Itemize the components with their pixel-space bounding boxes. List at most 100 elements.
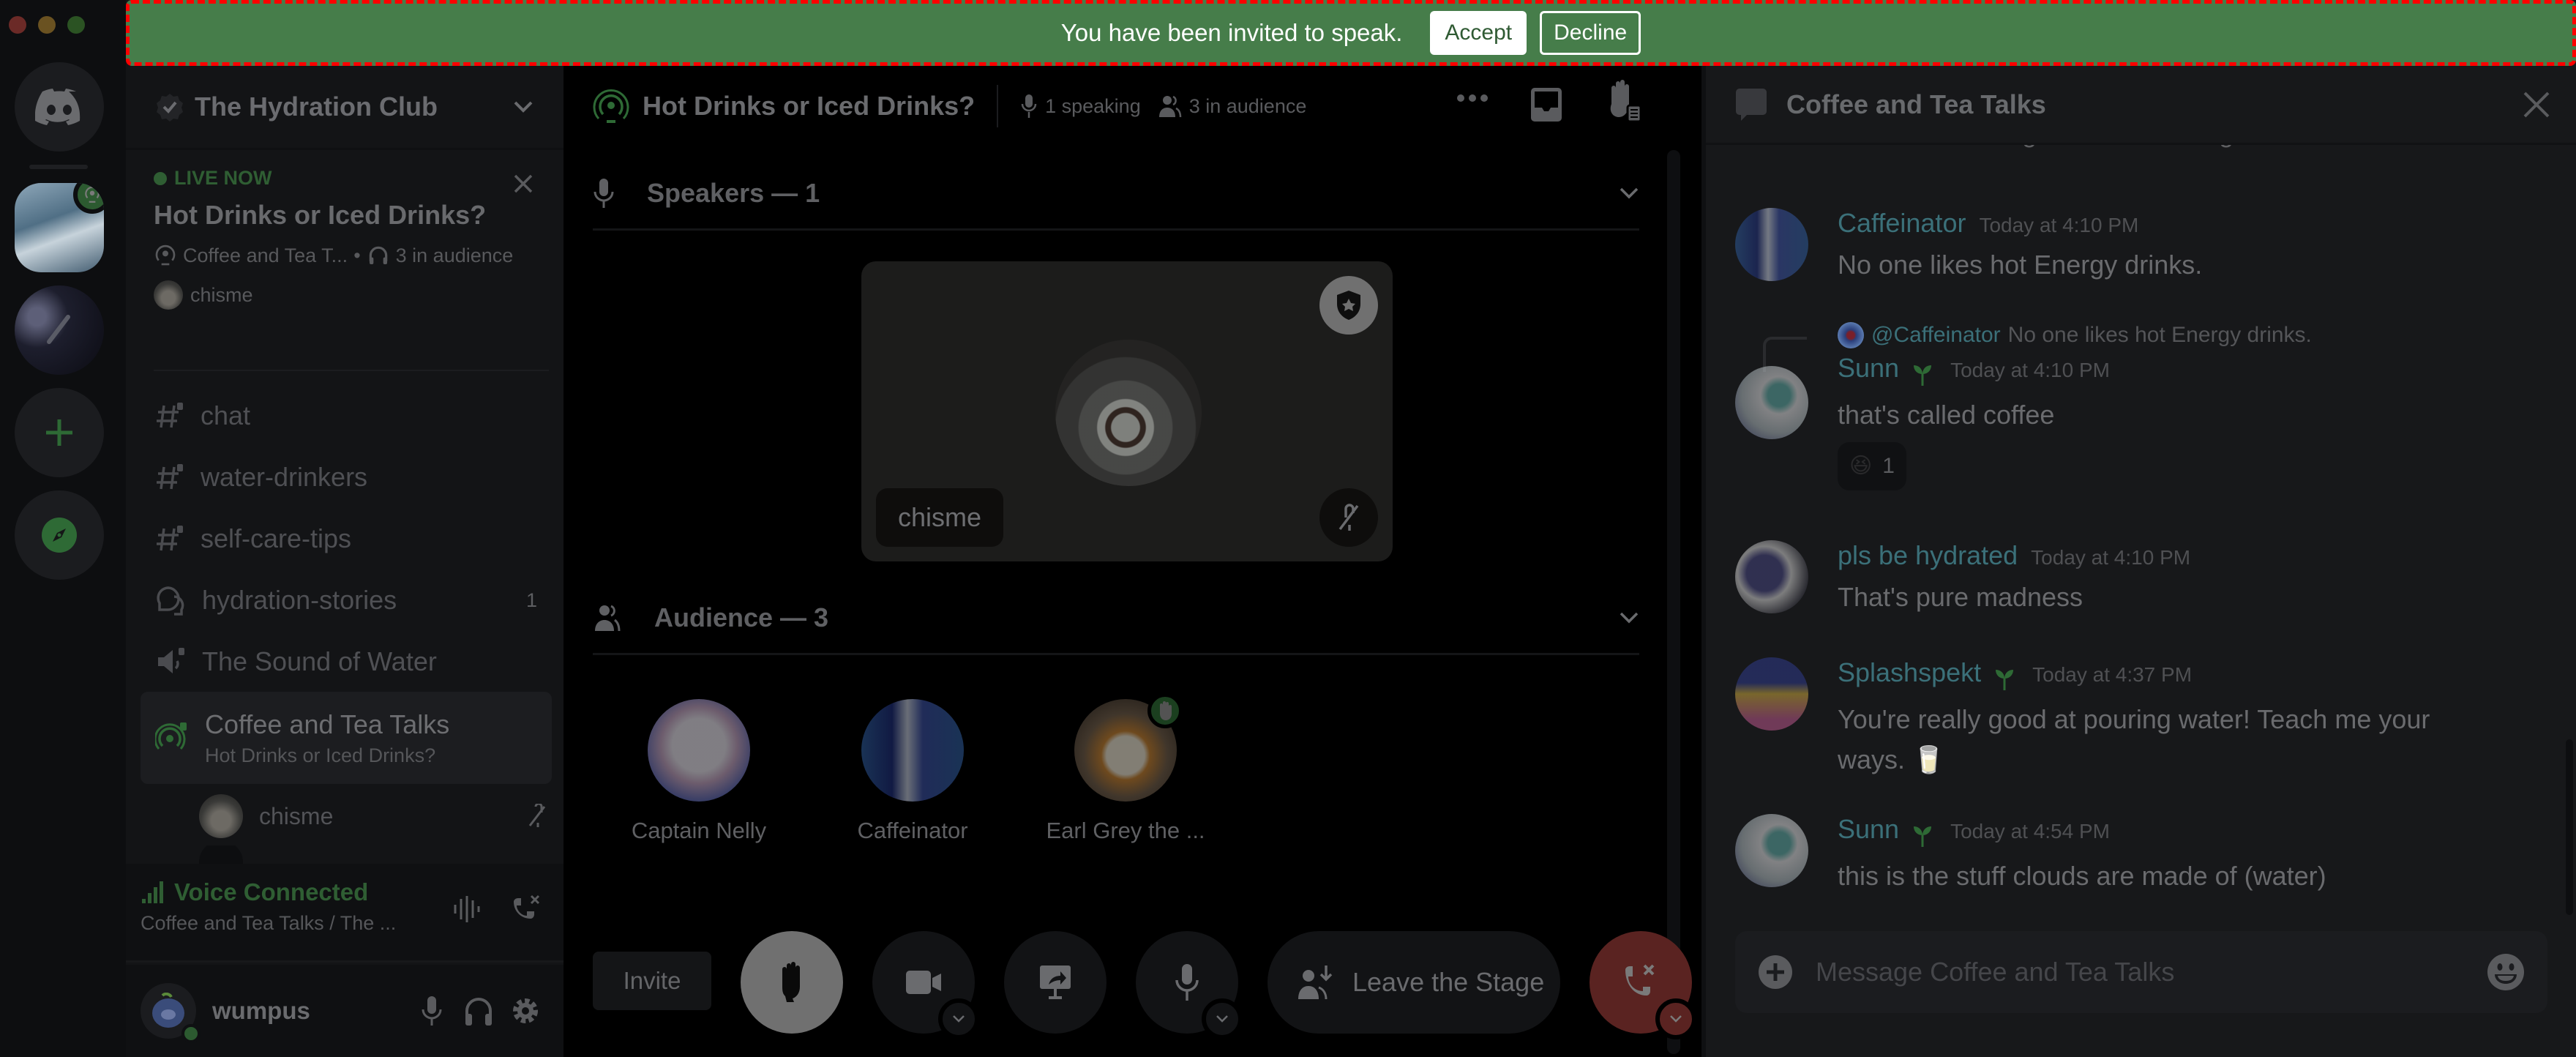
channel-hydration-stories[interactable]: hydration-stories 1 [141, 572, 552, 628]
raise-hand-button[interactable] [741, 931, 843, 1034]
chat-message[interactable]: Splashspekt Today at 4:37 PM You're reall… [1735, 657, 2540, 774]
message-text: You're really good at pouring water! Tea… [1838, 703, 2430, 774]
close-icon [514, 174, 533, 193]
moderator-badge [1319, 276, 1378, 335]
explore-servers-button[interactable] [15, 490, 104, 580]
microphone-button[interactable] [1136, 931, 1243, 1039]
add-server-button[interactable] [15, 388, 104, 477]
message-author[interactable]: Sunn [1838, 814, 1899, 845]
message-author[interactable]: Caffeinator [1838, 208, 1966, 239]
user-name[interactable]: wumpus [212, 997, 408, 1025]
channel-coffee-and-tea-talks[interactable]: Coffee and Tea Talks Hot Drinks or Iced … [141, 692, 552, 784]
voice-user-chisme[interactable]: chisme [199, 791, 550, 842]
reply-preview[interactable]: @Caffeinator No one likes hot Energy dri… [1838, 322, 2540, 348]
chevron-down-icon[interactable] [512, 100, 534, 114]
channel-self-care-tips[interactable]: self-care-tips [141, 511, 552, 567]
leave-stage-button[interactable]: Leave the Stage [1268, 931, 1560, 1034]
stage-scrollbar[interactable] [1667, 150, 1680, 1054]
sprout-badge-icon [1908, 821, 1937, 850]
decline-button[interactable]: Decline [1540, 11, 1641, 55]
message-body: Splashspekt Today at 4:37 PM You're reall… [1838, 657, 2540, 780]
live-stage-channel: Coffee and Tea T... [183, 244, 348, 266]
deafen-button[interactable] [455, 987, 502, 1034]
server-header[interactable]: The Hydration Club [126, 66, 564, 150]
mute-button[interactable] [408, 987, 455, 1034]
server-hydration-club[interactable] [15, 183, 104, 272]
channel-chat[interactable]: chat [141, 388, 552, 444]
screen-share-button[interactable] [1004, 931, 1107, 1034]
live-stage-host: chisme [154, 280, 549, 310]
speaker-tile-chisme[interactable]: chisme [861, 261, 1393, 561]
more-options-button[interactable] [1456, 94, 1489, 102]
chevron-down-icon [1216, 1015, 1228, 1023]
close-chat-button[interactable] [2522, 90, 2551, 119]
message-text: this is the stuff clouds are made of (wa… [1838, 860, 2326, 891]
window-close-button[interactable] [9, 16, 26, 34]
speakers-section-header[interactable]: Speakers — 1 [593, 157, 1639, 231]
live-stage-card[interactable]: LIVE NOW Hot Drinks or Iced Drinks? Coff… [154, 167, 549, 335]
live-status: LIVE NOW [174, 167, 272, 189]
message-author[interactable]: Sunn [1838, 353, 1899, 384]
attach-button[interactable] [1757, 954, 1794, 990]
channel-the-sound-of-water[interactable]: The Sound of Water [141, 634, 552, 690]
leave-stage-icon [1298, 966, 1333, 1000]
avatar[interactable] [1735, 208, 1808, 281]
invite-button[interactable]: Invite [593, 952, 711, 1010]
chat-scrollbar[interactable] [2566, 739, 2573, 915]
close-live-card-button[interactable] [512, 173, 534, 195]
voice-status: Voice Connected [174, 878, 369, 905]
camera-options-button[interactable] [938, 998, 979, 1039]
channel-water-drinkers[interactable]: water-drinkers [141, 449, 552, 505]
mic-muted-icon [525, 804, 550, 829]
reaction-button[interactable]: 😆 1 [1838, 441, 1906, 490]
live-stage-title: Hot Drinks or Iced Drinks? [154, 200, 487, 230]
chat-message[interactable]: Sunn Today at 4:54 PM this is the stuff c… [1735, 814, 2540, 902]
channel-label: hydration-stories [202, 585, 397, 615]
inbox-button[interactable] [1530, 86, 1563, 123]
message-body: @Caffeinator No one likes hot Energy dri… [1838, 322, 2540, 490]
sprout-badge-icon [1908, 359, 1937, 389]
disconnect-button[interactable] [502, 886, 549, 933]
audience-member[interactable]: Captain Nelly [626, 699, 772, 844]
reaction-count: 1 [1882, 453, 1895, 478]
server-rail [0, 0, 126, 1057]
direct-messages-button[interactable] [15, 62, 104, 152]
chat-message[interactable]: pls be hydrated Today at 4:10 PM That's p… [1735, 540, 2540, 628]
avatar[interactable] [1735, 657, 1808, 731]
window-minimize-button[interactable] [38, 16, 56, 34]
audience-member[interactable]: Caffeinator [839, 699, 986, 844]
window-maximize-button[interactable] [67, 16, 85, 34]
message-timestamp: Today at 4:10 PM [1979, 214, 2139, 236]
stage-channel-locked-icon [155, 721, 189, 755]
disconnect-button[interactable] [1590, 931, 1696, 1039]
microphone-options-button[interactable] [1202, 998, 1243, 1039]
message-author[interactable]: pls be hydrated [1838, 540, 2018, 571]
accept-button[interactable]: Accept [1430, 11, 1527, 55]
stage-channel-icon [154, 244, 177, 267]
signal-strength-icon [141, 880, 165, 905]
message-author[interactable]: Splashspekt [1838, 657, 1981, 688]
disconnect-options-button[interactable] [1655, 998, 1696, 1039]
camera-button[interactable] [872, 931, 979, 1039]
banner-message: You have been invited to speak. [1060, 19, 1403, 46]
avatar [648, 699, 750, 802]
audience-section-header[interactable]: Audience — 3 [593, 582, 1639, 655]
message-timestamp: Today at 4:10 PM [2031, 546, 2191, 569]
server-microphone[interactable] [15, 285, 104, 375]
avatar[interactable] [1735, 814, 1808, 887]
avatar[interactable] [1735, 540, 1808, 613]
user-avatar[interactable] [141, 983, 201, 1043]
audience-member-name: Caffeinator [857, 818, 968, 843]
noise-suppression-button[interactable] [443, 886, 490, 933]
chat-message[interactable]: Caffeinator Today at 4:10 PM No one likes… [1735, 208, 2540, 296]
user-settings-button[interactable] [502, 987, 549, 1034]
avatar[interactable] [1735, 366, 1808, 439]
emoji-picker-button[interactable] [2486, 952, 2526, 992]
request-to-speak-list-button[interactable] [1604, 79, 1644, 123]
hand-raised-badge [1147, 693, 1183, 728]
chevron-down-icon [1670, 1015, 1682, 1023]
message-input[interactable] [1816, 957, 2486, 987]
channel-label: chat [201, 400, 251, 430]
chat-message[interactable]: @Caffeinator No one likes hot Energy dri… [1735, 322, 2540, 498]
audience-member[interactable]: Earl Grey the ... [1046, 693, 1205, 844]
